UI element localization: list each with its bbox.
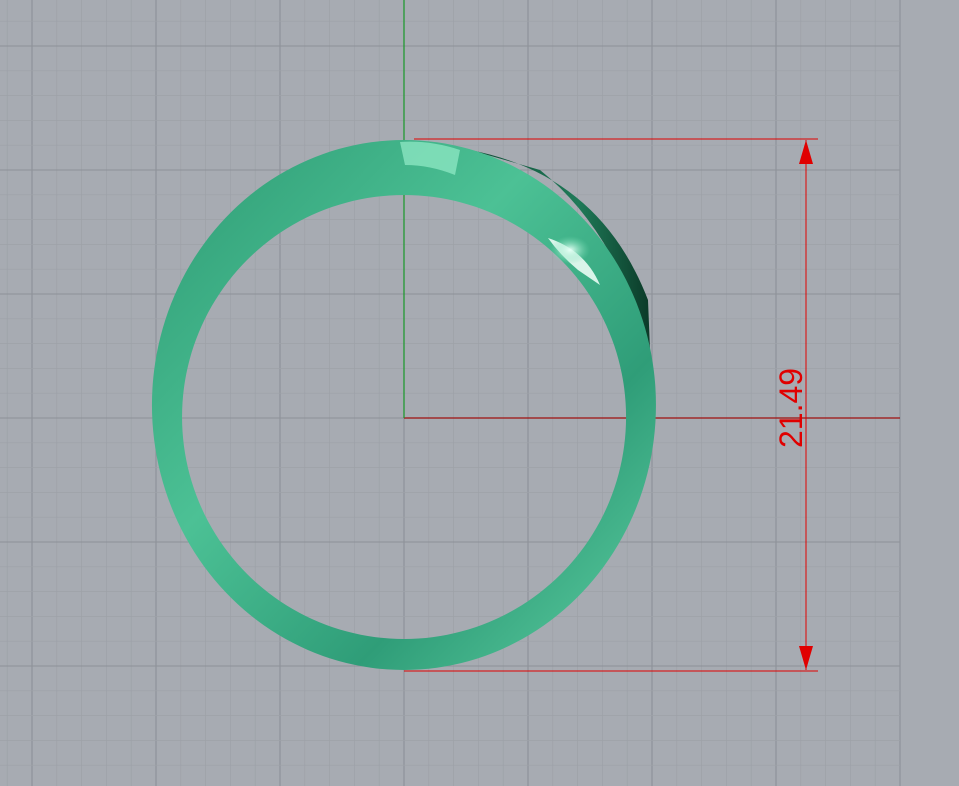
construction-grid [0, 0, 901, 786]
dimension-value-text: 21.49 [773, 368, 809, 448]
vertical-dimension[interactable]: 21.49 [404, 138, 818, 672]
ring-glint [550, 236, 590, 264]
rhino-viewport[interactable]: 21.49 [0, 0, 959, 786]
